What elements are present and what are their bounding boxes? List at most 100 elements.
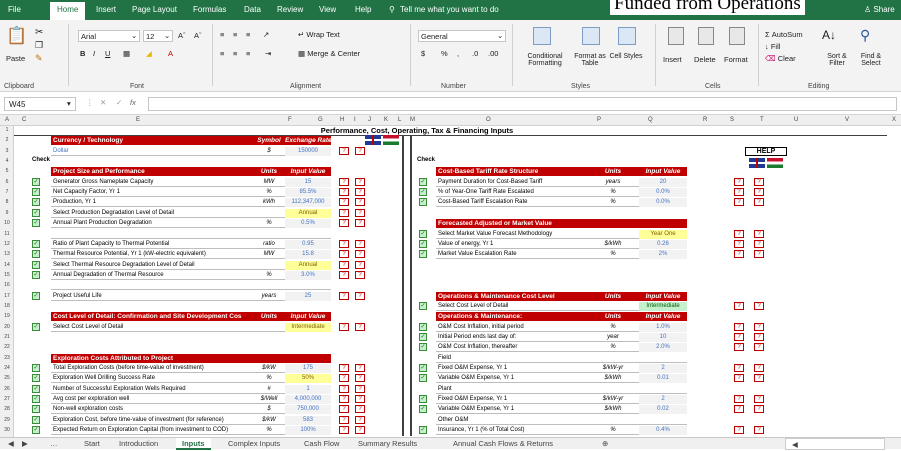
- align-left-icon[interactable]: ≡: [220, 49, 224, 58]
- row-header[interactable]: 7: [0, 189, 14, 195]
- italic-icon[interactable]: I: [93, 49, 95, 58]
- input-value[interactable]: 750,000: [285, 405, 331, 415]
- tab-page-layout[interactable]: Page Layout: [132, 5, 177, 14]
- help-question-button[interactable]: ?: [339, 322, 349, 331]
- add-sheet-icon[interactable]: ⊕: [596, 438, 614, 450]
- input-value[interactable]: 50%: [285, 374, 331, 384]
- help-question-button[interactable]: ?: [734, 239, 744, 248]
- row-header[interactable]: 17: [0, 293, 14, 299]
- help-question-button[interactable]: ?: [339, 374, 349, 383]
- column-header[interactable]: H: [340, 117, 344, 123]
- format-as-table-button[interactable]: Format as Table: [572, 53, 608, 67]
- fill-button[interactable]: ↓ Fill: [765, 42, 780, 51]
- help-question-button[interactable]: ?: [734, 322, 744, 331]
- column-header[interactable]: S: [730, 117, 734, 123]
- increase-decimal-icon[interactable]: .0: [472, 49, 478, 58]
- row-header[interactable]: 30: [0, 427, 14, 433]
- help-question-button[interactable]: ?: [734, 333, 744, 341]
- delete-button[interactable]: Delete: [694, 55, 716, 64]
- help-question-button[interactable]: ?: [339, 364, 349, 373]
- uk-flag-icon[interactable]: [749, 158, 765, 169]
- row-header[interactable]: 19: [0, 313, 14, 319]
- sheet-tab-inputs[interactable]: Inputs: [176, 438, 211, 450]
- sheet-tab-summary-results[interactable]: Summary Results: [352, 438, 423, 450]
- input-value[interactable]: 2: [639, 364, 687, 374]
- help-question-button[interactable]: ?: [355, 364, 365, 373]
- help-question-button[interactable]: ?: [754, 250, 764, 259]
- help-question-button[interactable]: ?: [355, 322, 365, 331]
- help-question-button[interactable]: ?: [734, 229, 744, 238]
- input-value[interactable]: 25: [285, 291, 331, 301]
- help-question-button[interactable]: ?: [355, 270, 365, 279]
- tab-home[interactable]: Home: [50, 2, 86, 20]
- paste-icon[interactable]: 📋: [6, 26, 30, 56]
- tab-help[interactable]: Help: [355, 5, 371, 14]
- help-question-button[interactable]: ?: [339, 250, 349, 259]
- copy-icon[interactable]: ❐: [35, 40, 43, 51]
- fill-color-icon[interactable]: ◢: [146, 49, 152, 58]
- sheet-tab-cash-flow[interactable]: Cash Flow: [298, 438, 345, 450]
- align-middle-icon[interactable]: ≡: [233, 30, 237, 39]
- help-question-button[interactable]: ?: [734, 364, 744, 373]
- help-question-button[interactable]: ?: [355, 146, 365, 155]
- input-value[interactable]: 1.0%: [639, 322, 687, 332]
- help-question-button[interactable]: ?: [754, 188, 764, 197]
- horizontal-scrollbar[interactable]: ◀: [785, 438, 885, 450]
- name-box[interactable]: W45 ▾: [4, 97, 76, 111]
- help-question-button[interactable]: ?: [339, 208, 349, 217]
- grow-font-icon[interactable]: Aˆ: [178, 31, 186, 40]
- help-question-button[interactable]: ?: [355, 291, 365, 300]
- help-question-button[interactable]: ?: [754, 322, 764, 331]
- help-question-button[interactable]: ?: [339, 270, 349, 279]
- currency-icon[interactable]: $: [421, 49, 425, 58]
- help-question-button[interactable]: ?: [734, 301, 744, 310]
- input-value[interactable]: 2%: [639, 250, 687, 260]
- underline-icon[interactable]: U: [105, 49, 110, 58]
- help-question-button[interactable]: ?: [754, 333, 764, 341]
- input-value[interactable]: 175: [285, 364, 331, 374]
- row-header[interactable]: 27: [0, 396, 14, 402]
- row-header[interactable]: 24: [0, 365, 14, 371]
- input-value[interactable]: Intermediate: [285, 322, 331, 332]
- input-value[interactable]: 0.01: [639, 374, 687, 384]
- format-button[interactable]: Format: [724, 55, 748, 64]
- help-question-button[interactable]: ?: [339, 146, 349, 155]
- row-header[interactable]: 28: [0, 406, 14, 412]
- input-value[interactable]: 112,347,000: [285, 198, 331, 208]
- row-header[interactable]: 16: [0, 282, 14, 288]
- help-question-button[interactable]: ?: [355, 405, 365, 414]
- help-question-button[interactable]: ?: [734, 177, 744, 186]
- input-value[interactable]: 0.4%: [639, 426, 687, 436]
- help-question-button[interactable]: ?: [339, 405, 349, 414]
- column-header[interactable]: R: [703, 117, 707, 123]
- help-question-button[interactable]: ?: [754, 301, 764, 310]
- align-top-icon[interactable]: ≡: [220, 30, 224, 39]
- column-header[interactable]: A: [5, 117, 9, 123]
- column-header[interactable]: P: [597, 117, 601, 123]
- row-header[interactable]: 20: [0, 324, 14, 330]
- column-header[interactable]: C: [22, 117, 26, 123]
- input-value[interactable]: Annual: [285, 208, 331, 218]
- help-question-button[interactable]: ?: [734, 426, 744, 435]
- format-painter-icon[interactable]: ✎: [35, 53, 43, 64]
- tab-data[interactable]: Data: [244, 5, 261, 14]
- input-value[interactable]: 15: [285, 177, 331, 187]
- row-header[interactable]: 22: [0, 344, 14, 350]
- insert-button[interactable]: Insert: [663, 55, 682, 64]
- input-value[interactable]: 0.0%: [639, 188, 687, 198]
- paste-button[interactable]: Paste: [6, 54, 25, 63]
- help-question-button[interactable]: ?: [734, 198, 744, 207]
- clear-button[interactable]: ⌫ Clear: [765, 54, 796, 63]
- input-value[interactable]: 0.26: [639, 239, 687, 249]
- column-header[interactable]: Q: [648, 117, 653, 123]
- column-header[interactable]: V: [845, 117, 849, 123]
- tab-review[interactable]: Review: [277, 5, 303, 14]
- help-question-button[interactable]: ?: [355, 250, 365, 259]
- align-right-icon[interactable]: ≡: [246, 49, 250, 58]
- column-header[interactable]: G: [318, 117, 323, 123]
- input-value[interactable]: 100%: [285, 426, 331, 436]
- row-header[interactable]: 11: [0, 231, 14, 237]
- align-center-icon[interactable]: ≡: [233, 49, 237, 58]
- row-header[interactable]: 23: [0, 355, 14, 361]
- column-header[interactable]: J: [368, 117, 371, 123]
